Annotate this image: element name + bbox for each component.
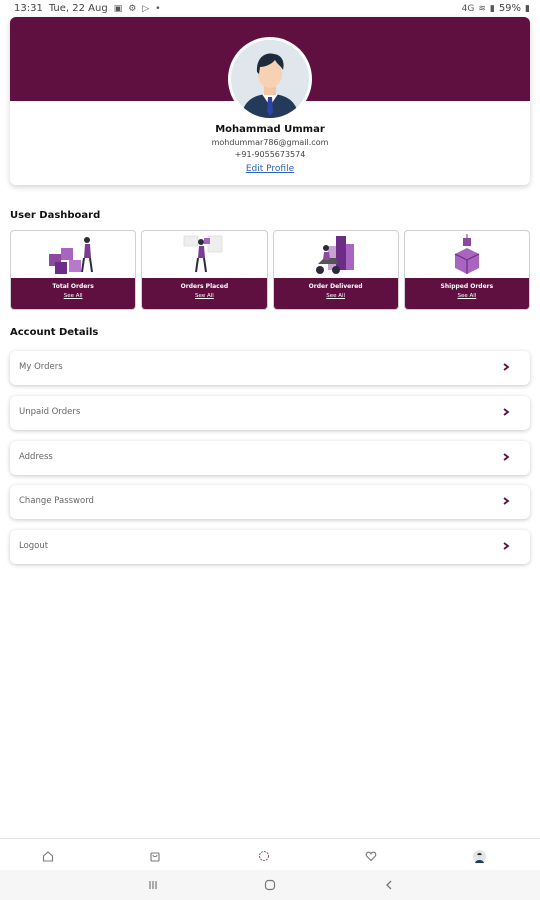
more-notifications-icon: • xyxy=(155,3,161,14)
categories-icon[interactable] xyxy=(256,848,272,864)
bottom-nav xyxy=(0,838,540,870)
home-icon[interactable] xyxy=(40,848,56,864)
tile-label: Orders Placed xyxy=(180,283,229,290)
profile-phone: +91-9055673574 xyxy=(234,150,306,159)
gallery-notification-icon: ▣ xyxy=(113,3,123,14)
system-nav xyxy=(0,870,540,900)
see-all-link[interactable]: See All xyxy=(142,293,266,299)
order-placed-illustration-icon xyxy=(142,231,266,277)
shipping-box-illustration-icon xyxy=(405,231,529,277)
play-notification-icon: ▷ xyxy=(142,3,150,14)
profile-name: Mohammad Ummar xyxy=(215,124,325,135)
network-icon: 4G xyxy=(461,3,475,14)
status-left: 13:31 Tue, 22 Aug ▣ ⚙ ▷ • xyxy=(14,3,161,14)
change-password-row[interactable]: Change Password xyxy=(10,485,530,519)
boxes-illustration-icon xyxy=(11,231,135,277)
tile-footer: Shipped Orders See All xyxy=(404,278,529,309)
chevron-right-icon xyxy=(500,451,512,463)
tile-footer: Order Delivered See All xyxy=(273,278,398,309)
status-right: 4G ≋ ▮ 59% ▮ xyxy=(462,3,530,14)
tile-label: Order Delivered xyxy=(308,283,363,290)
account-title: Account Details xyxy=(10,327,99,338)
wifi-icon: ≋ xyxy=(478,3,486,14)
logout-row[interactable]: Logout xyxy=(10,530,530,564)
status-bar: 13:31 Tue, 22 Aug ▣ ⚙ ▷ • 4G ≋ ▮ 59% ▮ xyxy=(0,0,540,16)
person-avatar-icon xyxy=(231,40,309,118)
delivery-scooter-illustration-icon xyxy=(274,231,398,277)
see-all-link[interactable]: See All xyxy=(405,293,529,299)
profile-email: mohdummar786@gmail.com xyxy=(211,138,329,147)
dashboard-tiles: Total Orders See All Orders Placed See A… xyxy=(10,230,530,310)
unpaid-orders-row[interactable]: Unpaid Orders xyxy=(10,396,530,430)
heart-icon[interactable] xyxy=(363,848,379,864)
tile-shipped-orders[interactable]: Shipped Orders See All xyxy=(403,230,530,310)
chevron-right-icon xyxy=(500,495,512,507)
row-label: Logout xyxy=(19,541,49,551)
tile-label: Shipped Orders xyxy=(440,283,494,290)
dashboard-title: User Dashboard xyxy=(10,210,101,221)
chevron-right-icon xyxy=(500,540,512,552)
see-all-link[interactable]: See All xyxy=(274,293,398,299)
see-all-link[interactable]: See All xyxy=(11,293,135,299)
profile-card: Mohammad Ummar mohdummar786@gmail.com +9… xyxy=(10,17,530,185)
avatar-frame xyxy=(228,37,312,121)
my-orders-row[interactable]: My Orders xyxy=(10,351,530,385)
status-time: 13:31 xyxy=(14,3,43,14)
status-date: Tue, 22 Aug xyxy=(48,3,108,14)
home-circle-icon[interactable] xyxy=(261,876,279,894)
tile-order-delivered[interactable]: Order Delivered See All xyxy=(272,230,399,310)
tile-footer: Total Orders See All xyxy=(11,278,136,309)
chevron-right-icon xyxy=(500,406,512,418)
edit-profile-link[interactable]: Edit Profile xyxy=(10,164,530,174)
shopping-bag-icon[interactable] xyxy=(147,848,163,864)
battery-icon: ▮ xyxy=(525,3,530,14)
chevron-right-icon xyxy=(500,361,512,373)
row-label: Address xyxy=(19,452,53,462)
avatar xyxy=(231,40,309,118)
battery-percent: 59% xyxy=(498,3,522,14)
row-label: Change Password xyxy=(19,496,94,506)
tile-footer: Orders Placed See All xyxy=(142,278,267,309)
recent-apps-icon[interactable] xyxy=(144,876,162,894)
settings-notification-icon: ⚙ xyxy=(128,3,137,14)
profile-avatar-icon[interactable] xyxy=(471,848,487,864)
back-icon[interactable] xyxy=(380,876,398,894)
row-label: My Orders xyxy=(19,362,63,372)
tile-total-orders[interactable]: Total Orders See All xyxy=(10,230,137,310)
row-label: Unpaid Orders xyxy=(19,407,81,417)
address-row[interactable]: Address xyxy=(10,441,530,475)
tile-orders-placed[interactable]: Orders Placed See All xyxy=(141,230,268,310)
signal-bars-icon: ▮ xyxy=(489,3,495,14)
tile-label: Total Orders xyxy=(52,283,94,290)
